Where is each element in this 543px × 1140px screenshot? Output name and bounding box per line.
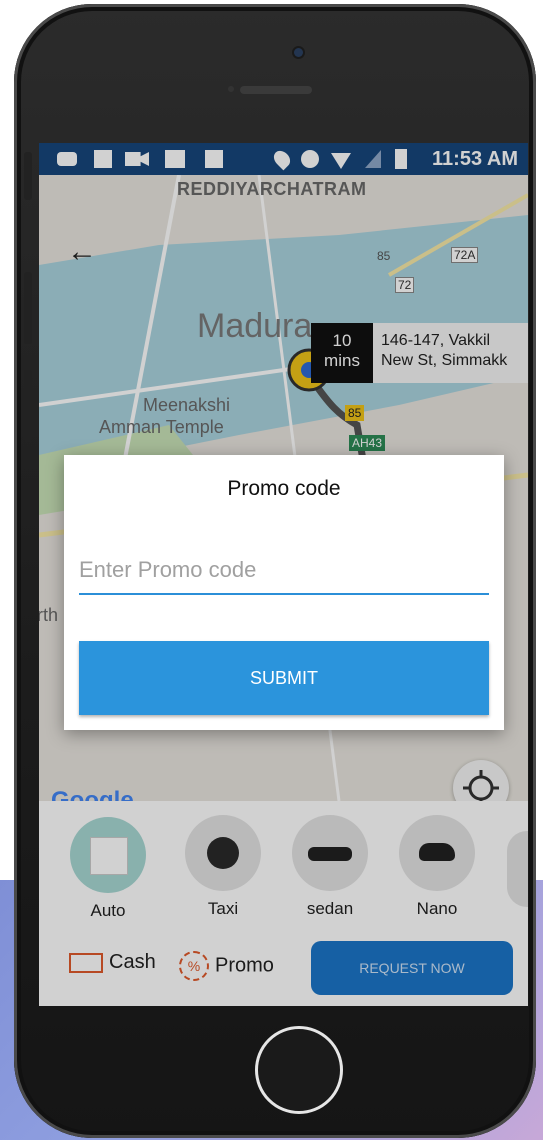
eta-unit: mins — [324, 351, 360, 370]
sedan-car-icon — [292, 815, 368, 891]
taxi-icon — [185, 815, 261, 891]
vehicle-option-more[interactable] — [507, 831, 528, 907]
earpiece-speaker — [240, 86, 312, 94]
crosshair-icon — [463, 770, 499, 801]
status-time: 11:53 AM — [432, 148, 518, 170]
promo-code-input[interactable] — [79, 547, 489, 595]
road-badge: 72 — [395, 277, 415, 293]
map-label-poi: Amman Temple — [99, 417, 224, 437]
cash-icon — [69, 952, 103, 973]
vehicle-label: Auto — [90, 901, 126, 920]
road-badge: 85 — [377, 249, 391, 263]
vehicle-label: Taxi — [207, 899, 239, 918]
vehicle-label: Nano — [416, 899, 458, 918]
eta-badge: 10 mins — [311, 323, 373, 383]
vehicle-option-auto[interactable]: Auto — [70, 817, 146, 921]
notification-icon — [205, 150, 223, 168]
location-icon — [270, 147, 294, 171]
percent-badge-icon: % — [179, 951, 209, 981]
vehicle-option-nano[interactable]: Nano — [399, 815, 475, 919]
request-now-button[interactable]: REQUEST NOW — [311, 941, 513, 995]
nano-icon-body — [419, 843, 455, 861]
phone-side-button — [24, 152, 32, 200]
taxi-icon-badge — [207, 837, 239, 869]
submit-button[interactable]: SUBMIT — [79, 641, 489, 715]
dialog-title: Promo code — [227, 477, 341, 500]
road-badge: AH43 — [349, 435, 386, 451]
home-button[interactable] — [255, 1026, 343, 1114]
address-line: New St, Simmakk — [381, 352, 508, 369]
my-location-button[interactable] — [453, 760, 509, 801]
road-badge: 72A — [451, 247, 479, 263]
promo-code-dialog: Promo code SUBMIT — [64, 455, 504, 730]
map-label-edge: rth — [39, 605, 59, 625]
promo-label: Promo — [215, 954, 274, 977]
map-label-area: REDDIYARCHATRAM — [177, 179, 367, 199]
message-icon — [57, 152, 77, 166]
do-not-disturb-icon — [301, 150, 319, 168]
sedan-icon-body — [308, 847, 352, 861]
google-logo: Google — [51, 787, 134, 801]
auto-icon-tile — [90, 837, 128, 875]
battery-charging-icon — [395, 149, 407, 169]
notification-icon — [94, 150, 112, 168]
phone-volume-up — [24, 272, 32, 344]
road-badge: 85 — [345, 405, 365, 421]
wifi-icon — [331, 153, 351, 169]
vehicle-option-taxi[interactable]: Taxi — [185, 815, 261, 919]
proximity-sensor — [228, 86, 234, 92]
vehicle-option-sedan[interactable]: sedan — [292, 815, 368, 919]
booking-panel: Auto Taxi sedan Nano Cash % Promo REQUES… — [39, 801, 528, 1006]
auto-rickshaw-icon — [70, 817, 146, 893]
front-camera — [294, 48, 303, 57]
status-bar: 11:53 AM — [39, 143, 528, 175]
eta-value: 10 — [332, 331, 352, 350]
cash-label: Cash — [109, 951, 156, 973]
address-line: 146-147, Vakkil — [381, 332, 491, 349]
video-icon — [125, 152, 149, 166]
pickup-address[interactable]: 146-147, Vakkil New St, Simmakk — [373, 323, 528, 383]
map-label-city: Madura — [197, 307, 313, 345]
map-label-poi: Meenakshi — [143, 395, 231, 415]
no-signal-icon — [365, 150, 381, 168]
phone-volume-down — [24, 370, 32, 442]
cash-option[interactable]: Cash — [69, 951, 156, 974]
google-logo-text: Google — [51, 787, 134, 801]
image-icon — [165, 150, 185, 168]
vehicle-label: sedan — [306, 899, 354, 918]
back-arrow-icon[interactable]: ← — [67, 235, 97, 269]
promo-option[interactable]: % Promo — [179, 951, 274, 981]
nano-car-icon — [399, 815, 475, 891]
